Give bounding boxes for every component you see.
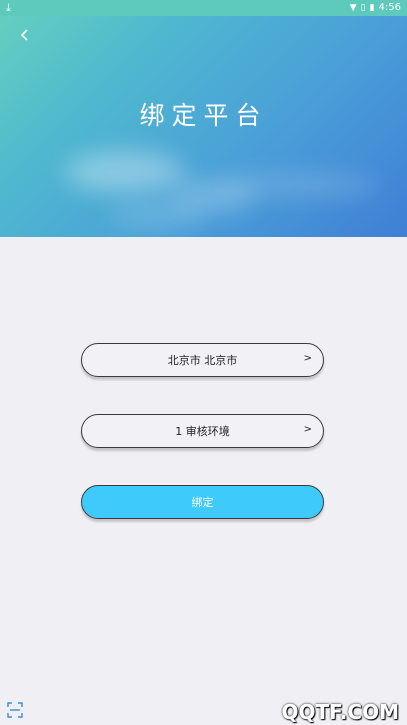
status-bar: ⤓ ▼ ▯ ▮ 4:56 [0, 0, 407, 16]
header-banner: 绑定平台 [0, 16, 407, 237]
region-selector[interactable]: 北京市 北京市 > [81, 343, 324, 377]
wifi-icon: ▼ [349, 3, 357, 13]
environment-value: 1 审核环境 [175, 425, 230, 438]
watermark: QQTF.COM [281, 700, 399, 724]
signal-icon: ▯ [360, 3, 366, 13]
cloud-decoration [110, 206, 205, 226]
cloud-decoration [220, 174, 380, 196]
chevron-right-icon: > [303, 424, 312, 435]
chevron-right-icon: > [303, 353, 312, 364]
scan-icon[interactable] [7, 702, 23, 718]
bind-button[interactable]: 绑定 [81, 485, 324, 519]
region-value: 北京市 北京市 [167, 354, 238, 367]
environment-selector[interactable]: 1 审核环境 > [81, 414, 324, 448]
download-icon: ⤓ [6, 1, 11, 14]
status-time: 4:56 [378, 2, 401, 13]
status-icons: ▼ ▯ ▮ 4:56 [350, 2, 401, 14]
back-icon[interactable] [18, 28, 32, 42]
cloud-decoration [65, 151, 185, 193]
battery-icon: ▮ [369, 3, 375, 13]
page-title: 绑定平台 [139, 101, 268, 130]
bind-button-label: 绑定 [191, 496, 214, 509]
